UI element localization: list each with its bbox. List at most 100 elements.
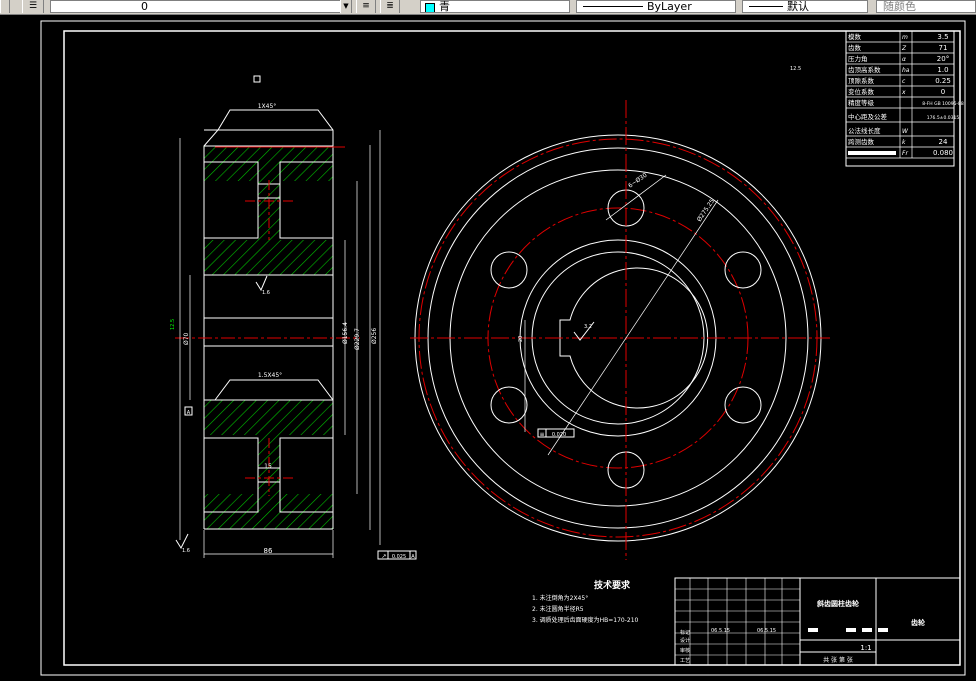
dim-dia-mid: Ø156.4 [342, 322, 349, 344]
param-symbol: c [902, 78, 906, 85]
param-value: 8-FH GB 10095-88 [922, 101, 964, 107]
lineweight-value: 默认 [787, 0, 809, 13]
param-value: 71 [939, 44, 948, 52]
param-value: 176.5±0.0315 [927, 115, 960, 121]
lineweight-sample-icon [749, 6, 783, 7]
layer-previous-icon[interactable]: ≣ [380, 0, 400, 13]
param-label: 模数 [848, 32, 862, 41]
sheet-inner-border [63, 30, 961, 666]
layer-value: 0 [141, 0, 148, 13]
param-symbol: m [902, 34, 908, 41]
row-label-design: 设计 [680, 637, 690, 644]
lightening-hole-3 [724, 386, 762, 424]
plotstyle-dropdown[interactable]: 随颜色 [876, 0, 976, 13]
param-label: 齿数 [848, 43, 862, 52]
roughness-hub-value: 3.2 [584, 324, 592, 330]
tech-req-item-3: 3. 调质处理后齿面硬度为HB=170-210 [532, 616, 639, 624]
layer-dropdown[interactable]: 0 [50, 0, 350, 13]
line-sample-icon [583, 6, 643, 7]
rim-hatch-top [204, 146, 333, 181]
lightening-hole-5 [490, 386, 528, 424]
param-value: 0 [941, 88, 945, 96]
drawing-canvas[interactable]: 1X45° 1.5X45° 86 15 Ø156.4 Ø229.7 Ø256 Ø… [0, 15, 976, 681]
param-symbol: W [902, 128, 909, 135]
dim-pcd: Ø275.25 [696, 198, 716, 223]
title-block: 斜齿圆柱齿轮 齿轮 1:1 共 张 第 张 标记 设计 审核 工艺 06.5.1… [674, 577, 961, 666]
lightening-hole-2 [724, 251, 762, 289]
roughness-other: 12.5 [170, 319, 176, 330]
roughness-bottom-value: 1.6 [182, 548, 190, 554]
param-label: 跨测齿数 [848, 137, 875, 146]
param-value: 0.25 [935, 77, 951, 85]
color-dropdown[interactable]: 青 [420, 0, 570, 13]
runout-datum: A [411, 554, 415, 560]
param-value: 0.080 [933, 149, 953, 157]
param-label: 压力角 [848, 54, 868, 63]
color-swatch-icon [425, 3, 435, 12]
param-symbol: x [901, 89, 906, 96]
param-value: 20° [937, 55, 949, 63]
linetype-value: ByLayer [647, 0, 692, 13]
roughness-symbol-bottom [175, 533, 189, 550]
parameter-table: 模数 m 3.5 齿数 Z 71 压力角 α 20° 齿顶高系数 ha 1.0 顶隙系数 c 0.25 变位系… [845, 30, 964, 167]
dim-hub-width: 15 [264, 463, 272, 470]
date-b: 06.5.15 [757, 628, 776, 634]
tech-req-item-2: 2. 未注圆角半径R5 [532, 605, 584, 613]
dim-chamfer-top: 1X45° [258, 103, 277, 110]
param-symbol: k [902, 139, 906, 146]
dim-width: 86 [264, 547, 273, 555]
company-name: 齿轮 [911, 618, 925, 627]
front-view: 6~Ø30 Ø275.25 20 3.2 ≡ 0.020 12.5 [410, 66, 830, 560]
part-name: 斜齿圆柱齿轮 [816, 599, 859, 608]
param-symbol: Z [901, 45, 907, 52]
technical-requirements: 技术要求 1. 未注倒角为2X45° 2. 未注圆角半径R5 3. 调质处理后齿… [532, 579, 639, 624]
symmetry-icon: ≡ [539, 431, 544, 438]
datum-a-label: A [187, 410, 191, 416]
param-label: 顶隙系数 [848, 76, 875, 85]
lightening-hole-6 [490, 251, 528, 289]
dim-hole: 6~Ø30 [627, 172, 649, 190]
param-label: 精度等级 [848, 98, 875, 107]
color-value: 青 [439, 0, 450, 13]
runout-icon: ↗ [381, 553, 386, 560]
tech-req-item-1: 1. 未注倒角为2X45° [532, 594, 588, 602]
scale: 1:1 [860, 644, 871, 652]
hub-hatch-bottom [204, 400, 333, 435]
diameter-leader [547, 199, 719, 456]
param-symbol: Fr [902, 150, 908, 157]
param-value: 24 [939, 138, 948, 146]
linetype-dropdown[interactable]: ByLayer [576, 0, 736, 13]
roughness-main-value: 1.6 [262, 290, 270, 296]
layer-manager-icon[interactable] [10, 0, 18, 13]
dim-chamfer-mid: 1.5X45° [258, 372, 282, 379]
dim-dia-tip: Ø256 [371, 328, 378, 344]
runout-value: 0.025 [392, 554, 406, 560]
param-label: 变位系数 [848, 87, 875, 96]
row-label-craft: 工艺 [680, 658, 690, 664]
sheet-outer-border [40, 20, 966, 676]
symmetry-value: 0.020 [552, 432, 566, 438]
tech-req-title: 技术要求 [594, 579, 631, 591]
param-value: 3.5 [937, 33, 948, 41]
row-label-review: 审核 [680, 647, 690, 654]
sheet-label: 共 张 第 张 [823, 656, 853, 664]
make-current-icon[interactable]: ≡ [356, 0, 376, 13]
dim-keyway-width: 20 [518, 336, 524, 342]
row-label-mark: 标记 [680, 629, 690, 636]
lineweight-dropdown[interactable]: 默认 [742, 0, 868, 13]
layers-icon[interactable]: ☰ [22, 0, 44, 13]
dim-dia-root: Ø229.7 [354, 328, 361, 350]
layer-dropdown-arrow-icon[interactable]: ▼ [340, 0, 352, 13]
plotstyle-value: 随颜色 [883, 0, 916, 13]
param-label: 中心距及公差 [848, 112, 888, 121]
param-symbol: ha [902, 67, 910, 74]
roughness-symbol-main [255, 275, 268, 292]
ucs-marker [253, 75, 261, 83]
param-label: 公法线长度 [848, 126, 881, 135]
section-view: 1X45° 1.5X45° 86 15 Ø156.4 Ø229.7 Ø256 Ø… [170, 103, 417, 560]
param-symbol: α [902, 56, 906, 63]
roughness-corner: 12.5 [790, 66, 801, 72]
param-value: 1.0 [937, 66, 948, 74]
toolbar-grip[interactable] [0, 0, 10, 13]
param-label: 齿顶高系数 [848, 65, 881, 74]
